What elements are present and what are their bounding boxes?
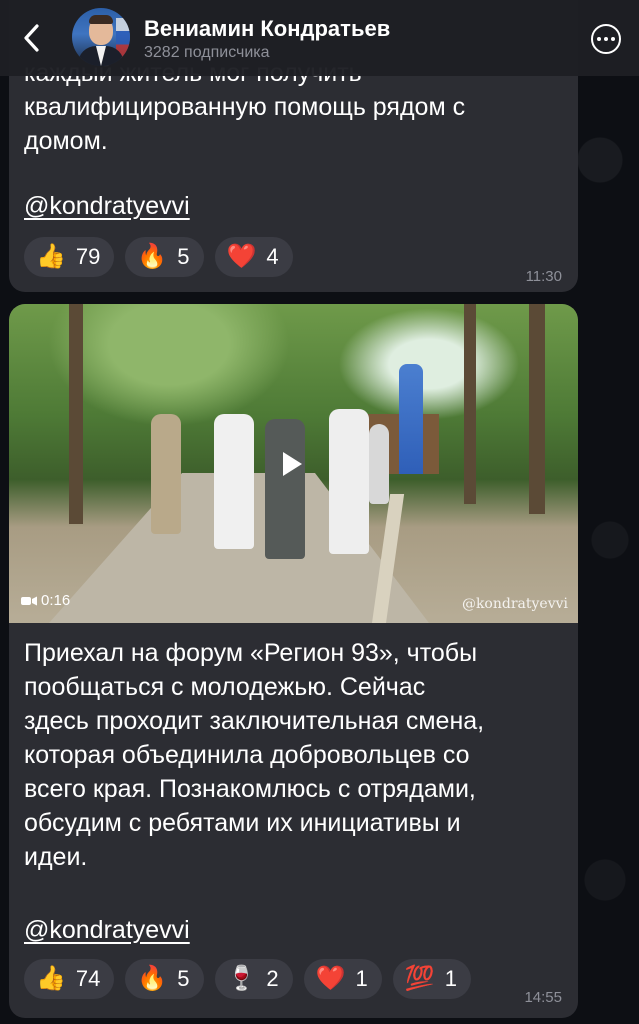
banner-flag: [399, 364, 423, 474]
person-figure: [151, 414, 181, 534]
more-dot: [604, 37, 608, 41]
tree-trunk: [464, 304, 476, 504]
reactions-row: 👍 74 🔥 5 🍷 2 ❤️ 1 💯 1: [24, 959, 471, 999]
person-figure: [265, 419, 305, 559]
reaction-count: 1: [355, 966, 368, 991]
subscriber-count: 3282 подписчика: [144, 44, 270, 61]
video-camera-icon: [21, 596, 37, 605]
reaction-count: 74: [75, 966, 101, 991]
tree-trunk: [69, 304, 83, 524]
wine-glass-icon: 🍷: [226, 965, 257, 992]
reactions-row: 👍 79 🔥 5 ❤️ 4: [24, 237, 293, 277]
person-figure: [369, 424, 389, 504]
message-time: 14:55: [524, 989, 562, 1006]
play-icon: [283, 452, 302, 476]
person-figure: [329, 409, 369, 554]
reaction-wine[interactable]: 🍷 2: [214, 959, 293, 999]
reaction-count: 79: [75, 244, 101, 269]
reaction-count: 5: [177, 966, 190, 991]
fire-icon: 🔥: [137, 243, 168, 270]
person-figure: [214, 414, 254, 549]
video-watermark: @kondratyevvi: [461, 596, 568, 612]
reaction-thumbs-up[interactable]: 👍 79: [24, 237, 115, 277]
thumbs-up-icon: 👍: [36, 965, 66, 992]
reaction-heart[interactable]: ❤️ 4: [214, 237, 293, 277]
heart-icon: ❤️: [315, 965, 346, 992]
back-button[interactable]: [14, 20, 48, 56]
video-preview[interactable]: 0:16 @kondratyevvi: [9, 304, 578, 623]
video-duration: 0:16: [21, 592, 70, 609]
heart-icon: ❤️: [226, 243, 257, 270]
reaction-heart[interactable]: ❤️ 1: [303, 959, 382, 999]
more-dot: [611, 37, 615, 41]
reaction-fire[interactable]: 🔥 5: [125, 959, 204, 999]
reaction-count: 5: [177, 244, 190, 269]
reaction-hundred[interactable]: 💯 1: [392, 959, 471, 999]
reaction-count: 2: [266, 966, 279, 991]
more-options-button[interactable]: [591, 24, 621, 54]
channel-title[interactable]: Вениамин Кондратьев: [144, 16, 390, 42]
chevron-left-icon: [24, 24, 39, 52]
reaction-count: 1: [444, 966, 457, 991]
avatar[interactable]: [72, 8, 130, 66]
chat-header: Вениамин Кондратьев 3282 подписчика: [0, 0, 639, 76]
fire-icon: 🔥: [137, 965, 168, 992]
avatar-hair: [89, 15, 113, 24]
reaction-thumbs-up[interactable]: 👍 74: [24, 959, 115, 999]
duration-text: 0:16: [41, 592, 71, 609]
more-dot: [597, 37, 601, 41]
mention-link[interactable]: @kondratyevvi: [24, 192, 190, 221]
thumbs-up-icon: 👍: [36, 243, 66, 270]
message-time: 11:30: [525, 268, 562, 285]
tree-trunk: [529, 304, 545, 514]
mention-link[interactable]: @kondratyevvi: [24, 916, 190, 945]
message-text: Приехал на форум «Регион 93», чтобы пооб…: [24, 639, 485, 871]
play-button[interactable]: [277, 449, 307, 479]
hundred-points-icon: 💯: [404, 965, 435, 992]
reaction-count: 4: [266, 244, 279, 269]
message-bubble[interactable]: 0:16 @kondratyevvi Приехал на форум «Рег…: [9, 304, 578, 1018]
reaction-fire[interactable]: 🔥 5: [125, 237, 204, 277]
